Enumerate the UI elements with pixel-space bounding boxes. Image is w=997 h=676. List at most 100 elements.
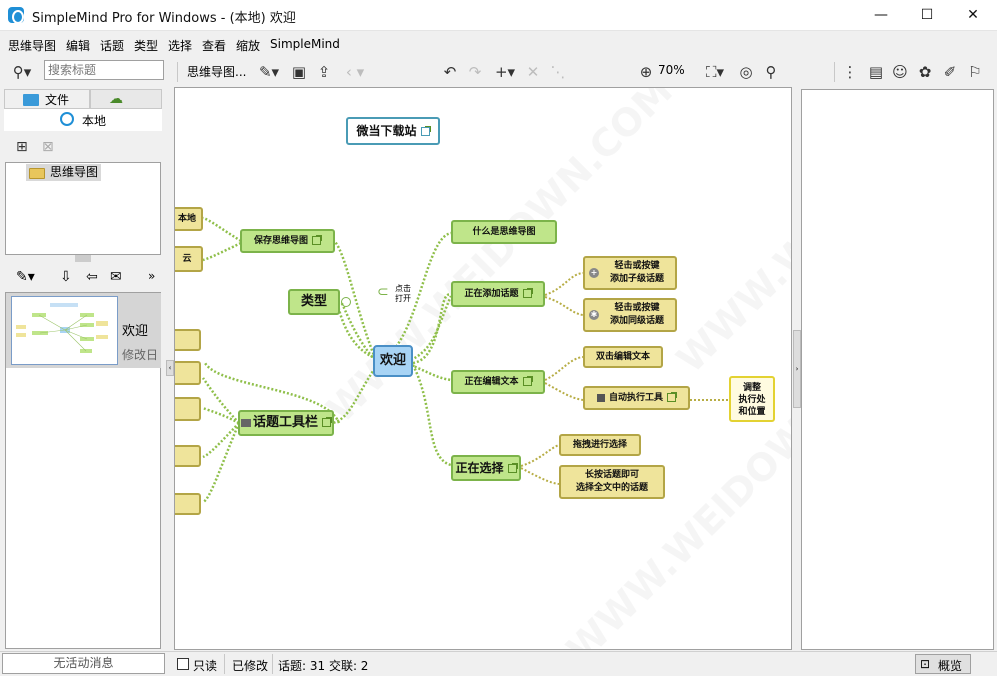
tab-cloud[interactable]: ☁ <box>90 89 162 109</box>
tree-item-mindmaps[interactable]: 思维导图 <box>26 164 102 181</box>
overview-label: 概览 <box>938 659 963 673</box>
menu-mindmap[interactable]: 思维导图 <box>8 37 56 54</box>
more-icon[interactable]: » <box>148 269 155 283</box>
readonly-checkbox[interactable] <box>177 658 189 670</box>
outline-icon[interactable]: ⋮ <box>840 62 860 82</box>
focus-target-icon[interactable]: ◎ <box>736 62 756 82</box>
right-splitter-arrow[interactable]: › <box>793 330 801 408</box>
search-dropdown-icon[interactable]: ⚲▾ <box>6 62 38 82</box>
add-topic-icon[interactable]: +▾ <box>490 62 520 82</box>
node-cut-local[interactable]: 本地 <box>175 207 203 231</box>
close-button[interactable]: ✕ <box>950 0 996 31</box>
node-center-welcome[interactable]: 欢迎 <box>373 345 413 377</box>
search-input[interactable]: 搜索标题 <box>44 60 164 80</box>
node-cut-1[interactable] <box>175 329 201 351</box>
node-add-sibling[interactable]: ✱ 轻击或按键 添加同级话题 <box>583 298 677 332</box>
note-icon[interactable]: ▤ <box>866 62 886 82</box>
mindmap-thumbnail <box>11 296 118 365</box>
mindmap-list: 欢迎 修改日 <box>5 292 161 649</box>
activity-message: 无活动消息 <box>2 653 165 674</box>
node-drag-select[interactable]: 拖拽进行选择 <box>559 434 641 456</box>
node-adding-topics[interactable]: 正在添加话题 <box>451 281 545 307</box>
node-save-mindmap[interactable]: 保存思维导图 <box>240 229 335 253</box>
bracket-icon: ⊂ <box>377 284 389 300</box>
maximize-button[interactable]: ☐ <box>904 0 950 31</box>
relation-icon[interactable]: ⋱ <box>548 62 568 82</box>
import-icon[interactable]: ⇩ <box>60 269 72 285</box>
share-icon[interactable]: ⇪ <box>314 62 334 82</box>
node-auto-tool[interactable]: 自动执行工具 <box>583 386 690 410</box>
search-icon[interactable]: ⚲ <box>761 62 781 82</box>
node-cut-2[interactable] <box>175 361 201 385</box>
emoji-icon[interactable]: ☺ <box>890 62 910 82</box>
zoom-in-icon[interactable]: ⊕ <box>636 62 656 82</box>
menu-view[interactable]: 查看 <box>202 37 226 54</box>
palette-icon[interactable]: ✿ <box>915 62 935 82</box>
fit-view-icon[interactable]: ⛶▾ <box>700 62 730 82</box>
delete-icon[interactable]: ✕ <box>524 62 542 82</box>
node-add-child[interactable]: + 轻击或按键 添加子级话题 <box>583 256 677 290</box>
node-what-is[interactable]: 什么是思维导图 <box>451 220 557 244</box>
tree-item-label: 思维导图 <box>50 165 99 179</box>
new-map-dropdown-icon[interactable]: ✎▾ <box>16 269 35 285</box>
location-row[interactable]: 本地 <box>4 109 162 131</box>
minimize-button[interactable]: — <box>858 0 904 31</box>
menu-edit[interactable]: 编辑 <box>66 37 90 54</box>
modified-status: 已修改 <box>232 659 269 673</box>
save-icon[interactable]: ▣ <box>289 62 309 82</box>
left-splitter-arrow[interactable]: ‹ <box>166 360 174 376</box>
folder-tree: 思维导图 <box>5 162 161 255</box>
style-brush-icon[interactable]: ✐ <box>940 62 960 82</box>
node-multi-select[interactable]: 长按话题即可 选择全文中的话题 <box>559 465 665 499</box>
splitter-handle[interactable] <box>75 255 91 262</box>
remove-folder-icon[interactable]: ⊠ <box>42 139 54 155</box>
node-editing-text[interactable]: 正在编辑文本 <box>451 370 545 394</box>
node-topic-toolbar[interactable]: 话题工具栏 <box>238 410 334 436</box>
export-icon[interactable]: ⇦ <box>86 269 98 285</box>
node-cut-3[interactable] <box>175 397 201 421</box>
toolbar-separator <box>177 62 178 82</box>
collapse-toggle-icon[interactable] <box>341 297 351 307</box>
menu-simplemind[interactable]: SimpleMind <box>270 37 340 51</box>
node-click-open[interactable]: 点击 打开 <box>395 284 411 304</box>
readonly-label: 只读 <box>193 659 218 673</box>
node-weidown[interactable]: 微当下载站 <box>346 117 440 145</box>
node-selecting[interactable]: 正在选择 <box>451 455 521 481</box>
node-cut-cloud[interactable]: 云 <box>175 246 203 272</box>
title-bar: SimpleMind Pro for Windows - (本地) 欢迎 — ☐… <box>0 0 997 31</box>
redo-icon[interactable]: ↷ <box>465 62 485 82</box>
node-type[interactable]: 类型 <box>288 289 340 315</box>
breadcrumb[interactable]: 思维导图... <box>187 63 246 80</box>
tab-files-label: 文件 <box>45 93 70 107</box>
cloud-icon: ☁ <box>109 91 123 107</box>
local-storage-icon <box>60 112 74 126</box>
left-panel: 文件 ☁ 本地 ⊞ ⊠ 思维导图 ✎▾ ⇩ ⇦ ✉ » 欢迎 修改日 <box>0 87 166 650</box>
mindmap-canvas[interactable]: WWW.WEIDOWN.COM WWW.WEIDOWN.COM WWW.WEID… <box>174 87 792 650</box>
menu-type[interactable]: 类型 <box>134 37 158 54</box>
toolbar: ⚲▾ 搜索标题 思维导图... ✎▾ ▣ ⇪ ‹ ▾ ↶ ↷ +▾ ✕ ⋱ ⊕ … <box>0 58 997 86</box>
mail-icon[interactable]: ✉ <box>110 269 122 285</box>
connector-lines <box>201 216 729 504</box>
right-panel <box>801 89 994 650</box>
overview-button[interactable]: ⊡ 概览 <box>915 654 971 674</box>
tab-files[interactable]: 文件 <box>4 89 90 109</box>
status-bar: 无活动消息 只读 已修改 话题: 31 交联: 2 ⊡ 概览 <box>0 651 997 676</box>
asterisk-icon: ✱ <box>589 310 599 320</box>
zoom-level[interactable]: 70% <box>658 63 685 77</box>
node-callout-note[interactable]: 调整 执行处 和位置 <box>729 376 775 422</box>
new-folder-icon[interactable]: ⊞ <box>16 139 28 155</box>
menu-select[interactable]: 选择 <box>168 37 192 54</box>
node-cut-5[interactable] <box>175 493 201 515</box>
list-item[interactable]: 欢迎 修改日 <box>6 293 161 368</box>
status-separator <box>272 654 273 674</box>
node-double-click[interactable]: 双击编辑文本 <box>583 346 663 368</box>
edit-dropdown-icon[interactable]: ✎▾ <box>254 62 284 82</box>
plus-icon: + <box>589 268 599 278</box>
app-logo-icon <box>8 7 24 24</box>
undo-icon[interactable]: ↶ <box>440 62 460 82</box>
node-cut-4[interactable] <box>175 445 201 467</box>
menu-zoom[interactable]: 缩放 <box>236 37 260 54</box>
menu-topic[interactable]: 话题 <box>100 37 124 54</box>
presentation-icon[interactable]: ⚐ <box>964 62 986 82</box>
back-icon[interactable]: ‹ ▾ <box>340 62 370 82</box>
